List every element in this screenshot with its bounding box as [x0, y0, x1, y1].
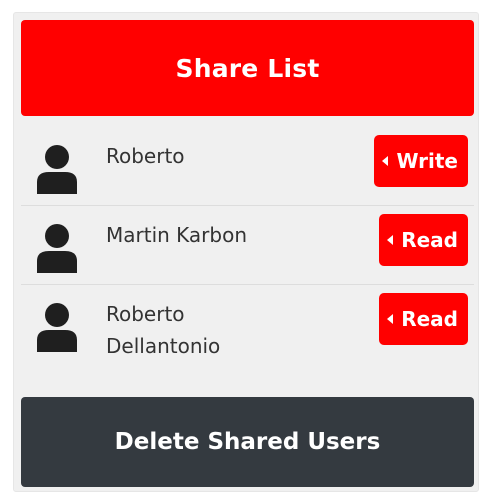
user-row: Martin Karbon Read [21, 206, 474, 285]
user-name: Roberto Dellantonio [106, 302, 221, 358]
caret-left-icon [387, 314, 394, 324]
permission-dropdown-button[interactable]: Read [379, 293, 468, 345]
permission-label: Read [401, 307, 458, 331]
share-list-label: Share List [175, 53, 320, 83]
user-row: Roberto Dellantonio Read [21, 285, 474, 385]
delete-shared-users-button[interactable]: Delete Shared Users [21, 397, 474, 487]
share-list-button[interactable]: Share List [21, 20, 474, 116]
caret-left-icon [387, 235, 394, 245]
delete-shared-users-label: Delete Shared Users [114, 429, 381, 455]
permission-label: Read [401, 228, 458, 252]
share-list-panel: Share List Roberto Write Martin Karbon R… [13, 12, 479, 492]
user-name: Martin Karbon [106, 223, 248, 247]
user-icon [33, 144, 81, 194]
caret-left-icon [382, 156, 389, 166]
user-name: Roberto [106, 144, 185, 168]
permission-label: Write [396, 149, 458, 173]
user-row: Roberto Write [21, 127, 474, 206]
user-icon [33, 223, 81, 273]
user-icon [33, 302, 81, 352]
shared-user-list: Roberto Write Martin Karbon Read Roberto… [21, 127, 474, 385]
permission-dropdown-button[interactable]: Read [379, 214, 468, 266]
permission-dropdown-button[interactable]: Write [374, 135, 468, 187]
